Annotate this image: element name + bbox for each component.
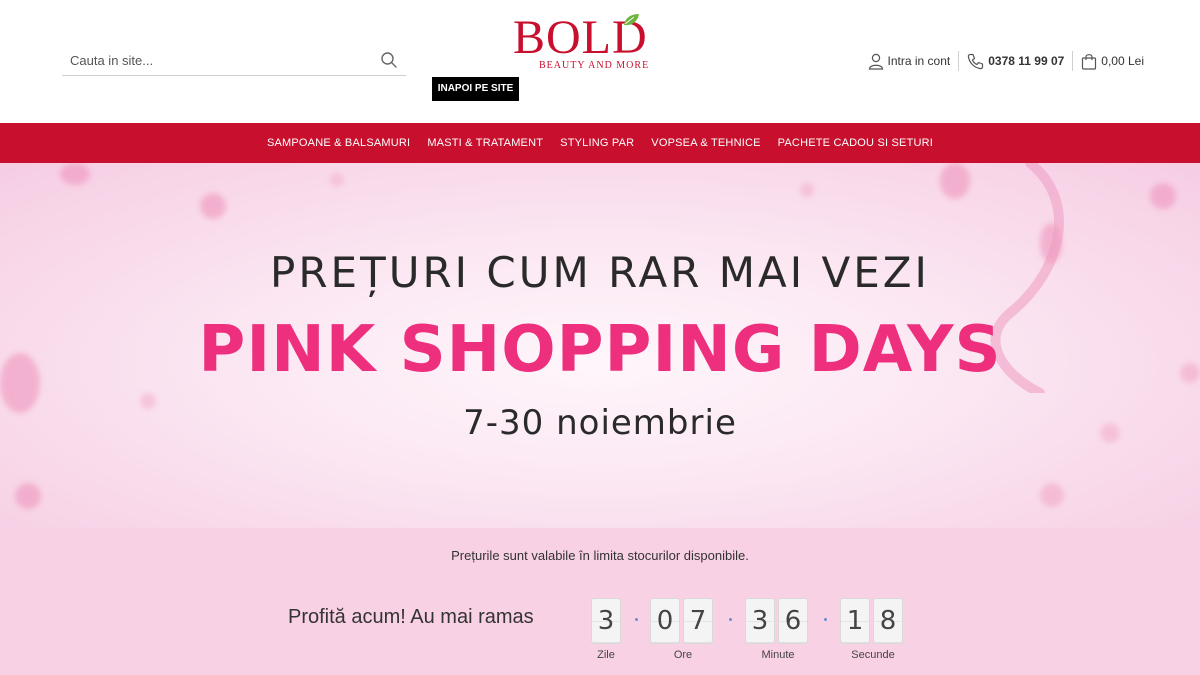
- nav-item-vopsea[interactable]: VOPSEA & TEHNICE: [651, 137, 760, 149]
- search-bar: [62, 44, 406, 76]
- logo-subtitle: BEAUTY AND MORE: [539, 60, 650, 71]
- nav-item-sampoane[interactable]: SAMPOANE & BALSAMURI: [267, 137, 410, 149]
- cart-total: 0,00 Lei: [1101, 54, 1144, 68]
- countdown-digit: 8: [873, 598, 903, 644]
- cart-link[interactable]: 0,00 Lei: [1073, 53, 1144, 70]
- nav-item-masti[interactable]: MASTI & TRATAMENT: [427, 137, 543, 149]
- nav-item-styling[interactable]: STYLING PAR: [560, 137, 634, 149]
- decor-bokeh: [1150, 183, 1176, 209]
- decor-bokeh: [200, 193, 226, 219]
- hero-banner[interactable]: PREȚURI CUM RAR MAI VEZI PINK SHOPPING D…: [0, 163, 1200, 528]
- decor-bokeh: [60, 163, 90, 185]
- phone-link[interactable]: 0378 11 99 07: [959, 53, 1072, 70]
- stock-disclaimer: Prețurile sunt valabile în limita stocur…: [451, 548, 749, 563]
- countdown-separator: [824, 618, 827, 621]
- countdown-digit: 6: [778, 598, 808, 644]
- header-actions: Intra in cont 0378 11 99 07 0,00 Lei: [860, 50, 1144, 72]
- countdown-digit: 0: [650, 598, 680, 644]
- account-link[interactable]: Intra in cont: [860, 53, 959, 70]
- decor-bokeh: [15, 483, 41, 509]
- countdown-unit-seconds: Secunde: [851, 649, 895, 661]
- decor-bokeh: [800, 183, 814, 197]
- countdown-digit: 3: [745, 598, 775, 644]
- hero-headline: PREȚURI CUM RAR MAI VEZI: [270, 248, 930, 297]
- countdown-unit-hours: Ore: [673, 649, 693, 661]
- hero-title: PINK SHOPPING DAYS: [198, 313, 1002, 387]
- countdown-digit: 1: [840, 598, 870, 644]
- countdown-separator: [635, 618, 638, 621]
- site-header: BOLD BEAUTY AND MORE INAPOI PE SITE Intr…: [0, 0, 1200, 123]
- countdown-label: Profită acum! Au mai ramas: [288, 606, 534, 628]
- main-nav: SAMPOANE & BALSAMURI MASTI & TRATAMENT S…: [0, 123, 1200, 163]
- account-label: Intra in cont: [887, 54, 951, 68]
- countdown-unit-days: Zile: [597, 649, 615, 661]
- leaf-icon: [622, 13, 640, 27]
- countdown-days: 3: [591, 598, 621, 644]
- countdown-section: Prețurile sunt valabile în limita stocur…: [0, 528, 1200, 675]
- decor-bokeh: [1040, 483, 1064, 507]
- cart-icon: [1081, 53, 1097, 70]
- decor-bokeh: [940, 163, 970, 199]
- search-input[interactable]: [70, 50, 370, 70]
- countdown-separator: [729, 618, 732, 621]
- phone-icon: [967, 53, 984, 70]
- nav-item-pachete[interactable]: PACHETE CADOU SI SETURI: [778, 137, 933, 149]
- countdown-minutes: 3 6: [745, 598, 808, 644]
- site-logo[interactable]: BOLD BEAUTY AND MORE: [513, 10, 695, 76]
- countdown-digit: 7: [683, 598, 713, 644]
- hero-dates: 7-30 noiembrie: [463, 403, 737, 443]
- user-icon: [868, 53, 884, 70]
- countdown-digit: 3: [591, 598, 621, 644]
- countdown-hours: 0 7: [650, 598, 713, 644]
- back-to-site-button[interactable]: INAPOI PE SITE: [432, 77, 519, 101]
- search-icon[interactable]: [380, 51, 398, 69]
- countdown-seconds: 1 8: [840, 598, 903, 644]
- decor-bokeh: [330, 173, 344, 187]
- countdown-unit-minutes: Minute: [761, 649, 795, 661]
- phone-number: 0378 11 99 07: [988, 54, 1065, 68]
